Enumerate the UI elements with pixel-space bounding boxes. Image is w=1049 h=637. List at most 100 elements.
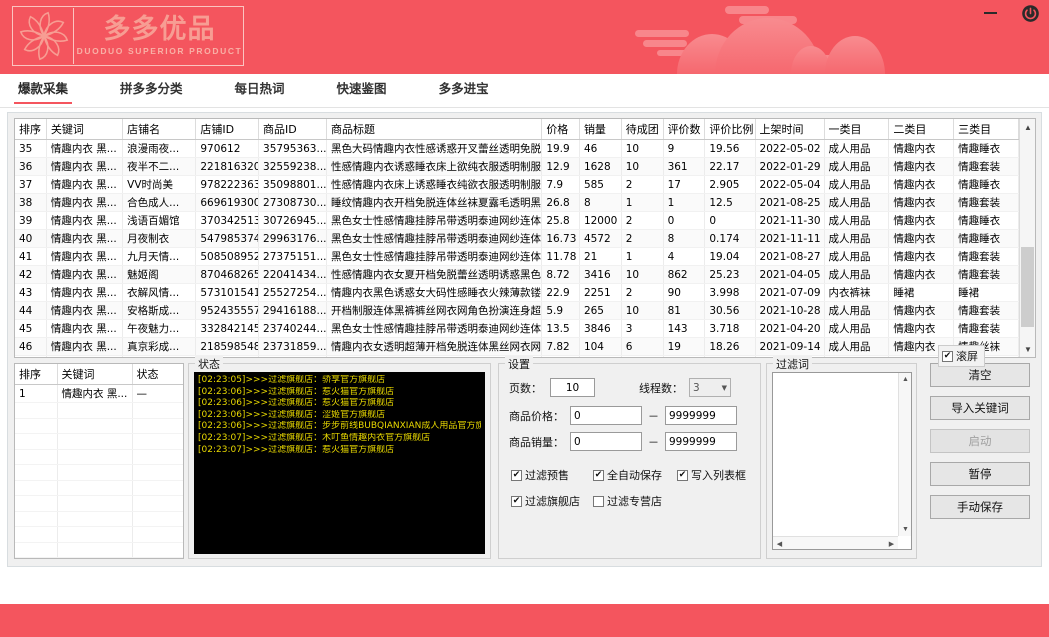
table-row[interactable]: 43 情趣内衣 黑... 衣解风情... 573101541 25527254... 情趣… [15, 283, 1019, 302]
table-cell: 情趣内衣 [888, 301, 955, 320]
keyword-column-header-2[interactable]: 状态 [132, 364, 183, 385]
keyword-cell [57, 542, 133, 558]
column-header-14[interactable]: 三类目 [953, 119, 1019, 140]
keyword-column-header-1[interactable]: 关键词 [57, 364, 133, 385]
column-header-9[interactable]: 评价数 [663, 119, 706, 140]
column-header-5[interactable]: 商品标题 [326, 119, 543, 140]
table-row[interactable]: 46 情趣内衣 黑... 真京彩成... 218598548 23731859... 情趣… [15, 337, 1019, 356]
keyword-cell [57, 495, 133, 512]
table-cell: 16.73 [541, 229, 580, 248]
import-keywords-button[interactable]: 导入关键词 [930, 396, 1030, 420]
price-max-input[interactable] [665, 406, 737, 425]
scroll-screen-checkbox[interactable]: 滚屏 [938, 345, 985, 367]
tab-pdd-category[interactable]: 拼多多分类 [120, 78, 183, 104]
tab-daily-hotwords[interactable]: 每日热词 [235, 78, 285, 104]
table-row[interactable]: 40 情趣内衣 黑... 月夜制衣 547985374 29963176... 黑色女士性… [15, 229, 1019, 248]
scroll-right-icon[interactable]: ▶ [886, 537, 897, 550]
keyword-queue-table: 排序 关键词 状态 1 情趣内衣 黑... — [15, 364, 183, 558]
results-table-scroll[interactable]: 排序 关键词 店铺名 店铺ID 商品ID 商品标题 价格 销量 待成团 评价数 评价比例 上架时间 一类… [15, 119, 1019, 357]
checkbox-filter-specialty[interactable]: 过滤专营店 [593, 493, 662, 509]
tab-duoduo-jinbao[interactable]: 多多进宝 [439, 78, 489, 104]
table-row[interactable]: 35 情趣内衣 黑... 浪漫雨夜... 970612 35795363... 黑色大码情… [15, 139, 1019, 158]
sales-max-input[interactable] [665, 432, 737, 451]
sales-min-input[interactable] [570, 432, 642, 451]
table-cell: 22041434... [258, 265, 327, 284]
table-row[interactable]: 44 情趣内衣 黑... 安格斯成... 952435557 29416188... 开档… [15, 301, 1019, 320]
price-range-separator: － [648, 409, 659, 423]
filter-horizontal-scrollbar[interactable]: ◀ ▶ [773, 536, 898, 549]
table-row[interactable]: 42 情趣内衣 黑... 魅姬阁 870468265 22041434... 性感情趣内衣… [15, 265, 1019, 284]
table-cell: 39 [15, 211, 47, 230]
column-header-3[interactable]: 店铺ID [195, 119, 260, 140]
checkbox-write-listbox[interactable]: 写入列表框 [677, 467, 746, 483]
column-header-6[interactable]: 价格 [541, 119, 580, 140]
power-button[interactable] [1019, 2, 1041, 24]
table-cell: 41 [15, 247, 47, 266]
table-cell: 45 [15, 319, 47, 338]
table-row[interactable]: 39 情趣内衣 黑... 浅语百媚馆 370342513 30726945... 黑色女士… [15, 211, 1019, 230]
scrollbar-thumb[interactable] [1021, 247, 1034, 327]
price-min-input[interactable] [570, 406, 642, 425]
column-header-4[interactable]: 商品ID [258, 119, 327, 140]
pinwheel-logo-icon [15, 7, 73, 65]
table-row[interactable]: 37 情趣内衣 黑... VV时尚美 978222363 35098801... 性感情趣… [15, 175, 1019, 194]
scroll-down-icon[interactable]: ▼ [899, 524, 912, 535]
filter-words-textarea[interactable]: ▲ ▼ ◀ ▶ [772, 372, 912, 550]
scroll-left-icon[interactable]: ◀ [774, 537, 785, 550]
table-row[interactable]: 41 情趣内衣 黑... 九月天情... 508508952 27375151... 黑色… [15, 247, 1019, 266]
filter-words-group: 过滤词 ▲ ▼ ◀ ▶ [766, 356, 917, 559]
scroll-up-icon[interactable]: ▲ [899, 374, 912, 385]
keyword-cell [57, 464, 133, 481]
column-header-11[interactable]: 上架时间 [755, 119, 825, 140]
pages-label: 页数： [509, 381, 542, 395]
table-cell: 睡裙 [888, 283, 955, 302]
column-header-8[interactable]: 待成团 [621, 119, 664, 140]
table-cell: 情趣内衣 黑... [46, 265, 124, 284]
table-cell: 真京彩成... [122, 337, 197, 356]
table-cell: 成人用品 [824, 193, 890, 212]
sales-label: 商品销量： [509, 435, 564, 449]
scroll-up-icon[interactable]: ▲ [1020, 119, 1035, 135]
column-header-7[interactable]: 销量 [579, 119, 622, 140]
table-cell: 40 [15, 229, 47, 248]
column-header-2[interactable]: 店铺名 [122, 119, 197, 140]
table-cell: 25527254... [258, 283, 327, 302]
keyword-column-header-0[interactable]: 排序 [15, 364, 58, 385]
table-cell: 2.905 [704, 175, 756, 194]
status-console[interactable]: [02:23:05]>>>过滤旗舰店：骄享官方旗舰店 [02:23:06]>>>过… [194, 372, 485, 554]
manual-save-button[interactable]: 手动保存 [930, 495, 1030, 519]
column-header-12[interactable]: 一类目 [824, 119, 890, 140]
price-label: 商品价格： [509, 409, 564, 423]
table-cell: 19 [663, 337, 706, 356]
tab-quick-image[interactable]: 快速鉴图 [337, 78, 387, 104]
column-header-0[interactable]: 排序 [15, 119, 47, 140]
checkbox-filter-presale[interactable]: 过滤预售 [511, 467, 569, 483]
list-item [15, 433, 183, 450]
table-cell: 7.9 [541, 175, 580, 194]
pause-button[interactable]: 暂停 [930, 462, 1030, 486]
keyword-cell [15, 480, 58, 496]
tab-hot-collection[interactable]: 爆款采集 [13, 78, 73, 104]
results-vertical-scrollbar[interactable]: ▲ ▼ [1019, 119, 1035, 357]
column-header-10[interactable]: 评价比例 [704, 119, 756, 140]
checkbox-icon [593, 495, 604, 507]
checkbox-icon [942, 350, 953, 362]
start-button: 启动 [930, 429, 1030, 453]
scroll-down-icon[interactable]: ▼ [1020, 341, 1035, 357]
checkbox-filter-flagship[interactable]: 过滤旗舰店 [511, 493, 580, 509]
column-header-13[interactable]: 二类目 [888, 119, 955, 140]
table-cell: 508508952 [195, 247, 260, 266]
checkbox-auto-save[interactable]: 全自动保存 [593, 467, 662, 483]
table-row[interactable]: 36 情趣内衣 黑... 夜半不二... 221816320 32559238... 性感… [15, 157, 1019, 176]
minimize-button[interactable] [979, 2, 1001, 24]
list-item[interactable]: 1 情趣内衣 黑... — [15, 384, 183, 403]
pages-input[interactable] [550, 378, 595, 397]
threads-select[interactable]: 3 ▼ [689, 378, 731, 397]
keyword-cell [15, 402, 58, 419]
filter-vertical-scrollbar[interactable]: ▲ ▼ [898, 373, 911, 536]
table-row[interactable]: 38 情趣内衣 黑... 合色成人... 669619300 27308730... 睡纹… [15, 193, 1019, 212]
table-row[interactable]: 45 情趣内衣 黑... 午夜魅力... 332842145 23740244... 黑色… [15, 319, 1019, 338]
column-header-1[interactable]: 关键词 [46, 119, 124, 140]
table-cell: 浅语百媚馆 [122, 211, 197, 230]
list-item [15, 542, 183, 558]
